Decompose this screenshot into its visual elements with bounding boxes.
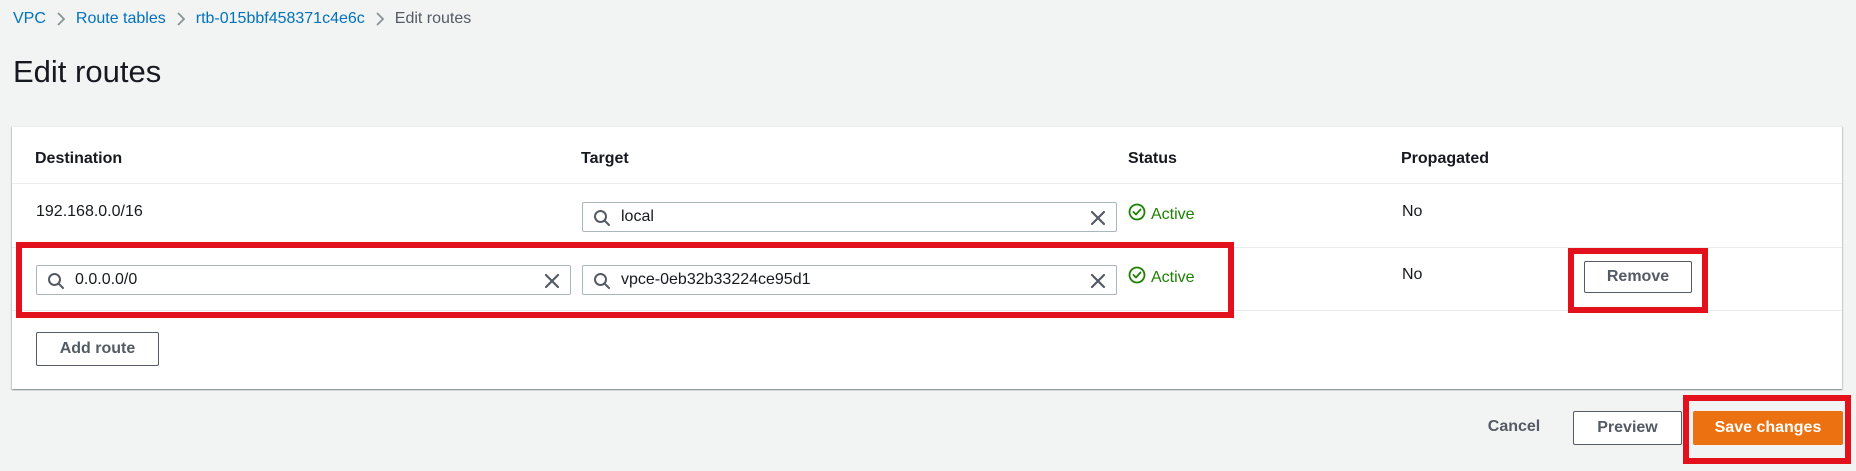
breadcrumb-route-tables-link[interactable]: Route tables — [76, 10, 166, 28]
propagated-value: No — [1402, 266, 1423, 283]
search-icon — [593, 272, 611, 295]
chevron-right-icon — [46, 8, 76, 30]
close-icon[interactable] — [543, 272, 561, 295]
column-header-destination: Destination — [35, 150, 123, 167]
chevron-right-icon — [365, 8, 395, 30]
column-header-propagated: Propagated — [1401, 150, 1490, 167]
check-circle-icon — [1128, 203, 1151, 226]
column-header-target: Target — [581, 150, 629, 167]
target-value: local — [621, 208, 654, 225]
status-text: Active — [1151, 268, 1195, 286]
breadcrumb-current: Edit routes — [394, 10, 472, 27]
page-title: Edit routes — [13, 54, 162, 89]
row-divider — [12, 247, 1842, 248]
target-search-input[interactable]: vpce-0eb32b33224ce95d1 — [582, 265, 1117, 295]
routes-table-card: Destination Target Status Propagated 192… — [12, 126, 1842, 389]
row-divider — [12, 310, 1842, 311]
chevron-right-icon — [166, 8, 196, 30]
target-search-input[interactable]: local — [582, 202, 1117, 232]
save-changes-button[interactable]: Save changes — [1693, 411, 1843, 445]
propagated-value: No — [1402, 203, 1423, 220]
check-circle-icon — [1128, 266, 1151, 289]
destination-search-input[interactable]: 0.0.0.0/0 — [36, 265, 571, 295]
add-route-button[interactable]: Add route — [36, 332, 159, 366]
row-divider — [12, 183, 1842, 184]
breadcrumb: VPC Route tables rtb-015bbf458371c4e6c E… — [13, 8, 471, 30]
status-badge: Active — [1128, 203, 1195, 226]
search-icon — [593, 209, 611, 232]
status-badge: Active — [1128, 266, 1195, 289]
breadcrumb-vpc-link[interactable]: VPC — [13, 10, 46, 28]
search-icon — [47, 272, 65, 295]
close-icon[interactable] — [1089, 272, 1107, 295]
close-icon[interactable] — [1089, 209, 1107, 232]
breadcrumb-route-table-id-link[interactable]: rtb-015bbf458371c4e6c — [196, 10, 365, 28]
destination-value: 192.168.0.0/16 — [36, 203, 143, 220]
target-value: vpce-0eb32b33224ce95d1 — [621, 271, 811, 288]
remove-route-button[interactable]: Remove — [1584, 261, 1692, 293]
cancel-button[interactable]: Cancel — [1480, 411, 1548, 443]
preview-button[interactable]: Preview — [1573, 411, 1682, 445]
status-text: Active — [1151, 205, 1195, 223]
destination-value: 0.0.0.0/0 — [75, 271, 138, 288]
column-header-status: Status — [1128, 150, 1177, 167]
